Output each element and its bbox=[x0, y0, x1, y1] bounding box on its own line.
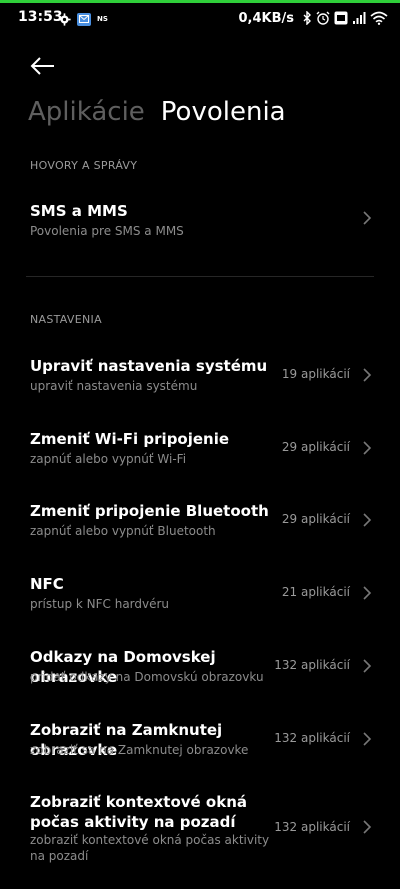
section-header-calls-messages: HOVORY A SPRÁVY bbox=[30, 159, 138, 172]
volte-icon bbox=[334, 11, 348, 25]
list-item-change-wifi[interactable]: Zmeniť Wi-Fi pripojenie zapnúť alebo vyp… bbox=[0, 423, 400, 479]
status-right-icons: 0,4KB/s bbox=[239, 9, 389, 27]
row-title: Zmeniť pripojenie Bluetooth bbox=[30, 502, 269, 520]
wifi-icon bbox=[370, 11, 388, 25]
tab-permissions[interactable]: Povolenia bbox=[161, 97, 286, 127]
chevron-right-icon bbox=[363, 368, 372, 382]
list-item-change-bluetooth[interactable]: Zmeniť pripojenie Bluetooth zapnúť alebo… bbox=[0, 495, 400, 551]
list-item-background-popups[interactable]: Zobraziť kontextové okná počas aktivity … bbox=[0, 786, 400, 882]
header-tabs: Aplikácie Povolenia bbox=[28, 97, 286, 127]
chevron-right-icon bbox=[363, 441, 372, 455]
status-left-icons: NS bbox=[58, 11, 108, 27]
chevron-right-icon bbox=[363, 820, 372, 834]
network-speed: 0,4KB/s bbox=[238, 10, 295, 26]
row-subtitle: Povolenia pre SMS a MMS bbox=[30, 224, 184, 238]
tab-apps[interactable]: Aplikácie bbox=[28, 97, 145, 127]
app-count: 29 aplikácií bbox=[281, 440, 350, 454]
section-header-settings: NASTAVENIA bbox=[30, 313, 102, 326]
back-arrow-icon[interactable] bbox=[30, 55, 56, 77]
gear-icon bbox=[58, 12, 71, 26]
row-subtitle: pridať odkazy na Domovskú obrazovku bbox=[30, 670, 264, 684]
row-subtitle: zobraziť kontextové okná počas aktivity … bbox=[30, 833, 270, 863]
bluetooth-icon bbox=[303, 11, 311, 25]
chevron-right-icon bbox=[363, 659, 372, 673]
list-item-home-shortcuts[interactable]: Odkazy na Domovskej obrazovke pridať odk… bbox=[0, 641, 400, 697]
chevron-right-icon bbox=[363, 732, 372, 746]
alarm-icon bbox=[316, 11, 330, 25]
row-subtitle: zapnúť alebo vypnúť Bluetooth bbox=[30, 524, 216, 538]
row-title: Upraviť nastavenia systému bbox=[30, 357, 268, 375]
list-item-sms-mms[interactable]: SMS a MMS Povolenia pre SMS a MMS bbox=[0, 195, 400, 255]
app-count: 132 aplikácií bbox=[274, 658, 350, 672]
list-item-nfc[interactable]: NFC prístup k NFC hardvéru 21 aplikácií bbox=[0, 568, 400, 624]
app-count: 132 aplikácií bbox=[274, 731, 350, 745]
row-subtitle: zapnúť alebo vypnúť Wi-Fi bbox=[30, 452, 187, 466]
status-time: 13:53 bbox=[18, 9, 63, 25]
chevron-right-icon bbox=[363, 586, 372, 600]
row-subtitle: zobraziť sa na Zamknutej obrazovke bbox=[30, 743, 249, 757]
list-item-lock-screen[interactable]: Zobraziť na Zamknutej obrazovke zobraziť… bbox=[0, 714, 400, 770]
app-count: 19 aplikácií bbox=[281, 367, 350, 381]
app-count: 132 aplikácií bbox=[274, 820, 350, 834]
row-title: NFC bbox=[30, 575, 64, 593]
mail-icon bbox=[77, 12, 91, 26]
list-item-modify-system-settings[interactable]: Upraviť nastavenia systému upraviť nasta… bbox=[0, 350, 400, 406]
row-title: Zobraziť kontextové okná počas aktivity … bbox=[30, 793, 248, 831]
app-count: 21 aplikácií bbox=[281, 585, 350, 599]
row-subtitle: upraviť nastavenia systému bbox=[30, 379, 198, 393]
ns-label: NS bbox=[97, 15, 108, 23]
top-accent-line bbox=[0, 0, 400, 3]
row-title: SMS a MMS bbox=[30, 202, 128, 220]
signal-icon bbox=[353, 12, 366, 24]
chevron-right-icon bbox=[363, 513, 372, 527]
chevron-right-icon bbox=[363, 211, 372, 225]
section-divider bbox=[26, 276, 374, 277]
row-subtitle: prístup k NFC hardvéru bbox=[30, 597, 170, 611]
status-bar: 13:53 NS 0,4KB/s bbox=[0, 5, 400, 31]
row-title: Zmeniť Wi-Fi pripojenie bbox=[30, 430, 230, 448]
app-count: 29 aplikácií bbox=[281, 512, 350, 526]
